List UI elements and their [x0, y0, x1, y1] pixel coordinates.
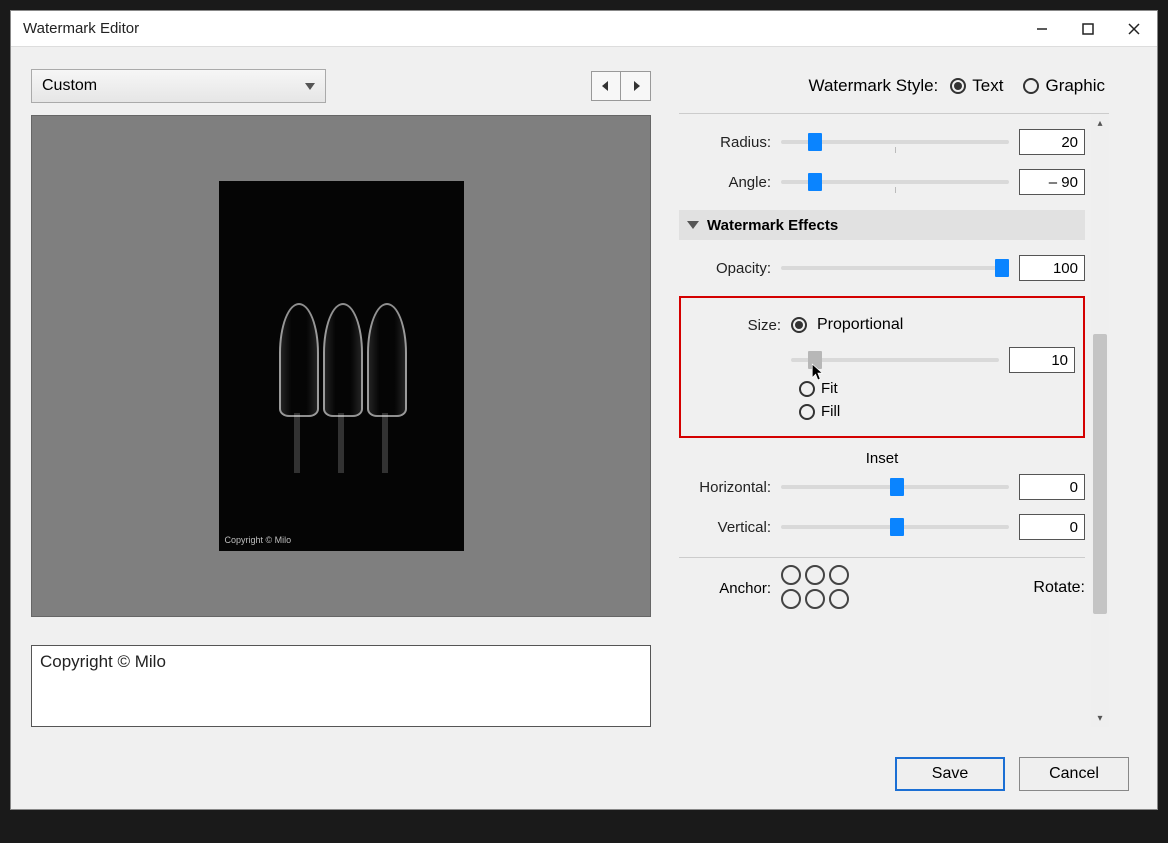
titlebar: Watermark Editor — [11, 11, 1157, 47]
size-proportional-row: Size: Proportional — [689, 310, 1075, 340]
window-controls — [1019, 11, 1157, 47]
maximize-button[interactable] — [1065, 11, 1111, 47]
prev-image-button[interactable] — [591, 71, 621, 101]
watermark-on-preview: Copyright © Milo — [225, 535, 292, 545]
anchor-tr[interactable] — [829, 565, 849, 585]
radius-label: Radius: — [679, 134, 771, 151]
anchor-mc[interactable] — [805, 589, 825, 609]
settings-scrollbar[interactable]: ▴ ▾ — [1091, 114, 1109, 727]
size-proportional-label: Proportional — [817, 316, 903, 334]
angle-input[interactable] — [1019, 169, 1085, 195]
inset-h-slider[interactable] — [781, 476, 1009, 498]
divider — [679, 557, 1085, 558]
anchor-row: Anchor: Rotate: — [679, 568, 1085, 608]
watermark-style-label: Watermark Style: — [809, 76, 939, 96]
inset-h-row: Horizontal: — [679, 467, 1085, 507]
anchor-tl[interactable] — [781, 565, 801, 585]
next-image-button[interactable] — [621, 71, 651, 101]
angle-slider[interactable] — [781, 171, 1009, 193]
size-label: Size: — [689, 317, 781, 334]
style-text-radio[interactable] — [950, 78, 966, 94]
scroll-down-icon[interactable]: ▾ — [1091, 709, 1109, 727]
size-options: Fit Fill — [799, 380, 1075, 420]
inset-v-row: Vertical: — [679, 507, 1085, 547]
left-column: Custom Copyright © Milo — [31, 67, 651, 727]
anchor-ml[interactable] — [781, 589, 801, 609]
right-column: Watermark Style: Text Graphic Radius: — [679, 67, 1109, 727]
minimize-button[interactable] — [1019, 11, 1065, 47]
inset-v-input[interactable] — [1019, 514, 1085, 540]
style-text-label: Text — [972, 76, 1003, 96]
angle-row: Angle: — [679, 162, 1085, 202]
style-graphic-radio[interactable] — [1023, 78, 1039, 94]
content-area: Custom Copyright © Milo — [11, 47, 1157, 737]
watermark-text-input[interactable]: Copyright © Milo — [31, 645, 651, 727]
watermark-editor-window: Watermark Editor Custom — [10, 10, 1158, 810]
save-button[interactable]: Save — [895, 757, 1005, 791]
opacity-row: Opacity: — [679, 248, 1085, 288]
preset-selected-label: Custom — [42, 77, 97, 95]
anchor-label: Anchor: — [679, 580, 771, 597]
size-highlight-box: Size: Proportional — [679, 296, 1085, 438]
preset-select[interactable]: Custom — [31, 69, 326, 103]
size-proportional-radio[interactable] — [791, 317, 807, 333]
radius-row: Radius: — [679, 122, 1085, 162]
close-button[interactable] — [1111, 11, 1157, 47]
photo-subject — [275, 303, 407, 473]
anchor-grid[interactable] — [781, 565, 851, 611]
preview-image: Copyright © Milo — [219, 181, 464, 551]
effects-header[interactable]: Watermark Effects — [679, 210, 1085, 240]
size-input[interactable] — [1009, 347, 1075, 373]
chevron-down-icon — [305, 83, 315, 90]
size-fill-option[interactable]: Fill — [799, 403, 1075, 420]
size-slider[interactable] — [791, 349, 999, 371]
size-fit-label: Fit — [821, 380, 838, 397]
window-title: Watermark Editor — [23, 20, 139, 37]
opacity-input[interactable] — [1019, 255, 1085, 281]
preset-row: Custom — [31, 67, 651, 105]
collapse-triangle-icon — [687, 221, 699, 229]
radius-input[interactable] — [1019, 129, 1085, 155]
opacity-slider[interactable] — [781, 257, 1009, 279]
watermark-style-row: Watermark Style: Text Graphic — [679, 67, 1109, 105]
effects-header-label: Watermark Effects — [707, 217, 838, 234]
cancel-button[interactable]: Cancel — [1019, 757, 1129, 791]
inset-label: Inset — [679, 450, 1085, 467]
scroll-thumb[interactable] — [1093, 334, 1107, 614]
radius-slider[interactable] — [781, 131, 1009, 153]
scroll-up-icon[interactable]: ▴ — [1091, 114, 1109, 132]
anchor-tc[interactable] — [805, 565, 825, 585]
size-fill-label: Fill — [821, 403, 840, 420]
style-graphic-label: Graphic — [1045, 76, 1105, 96]
inset-h-input[interactable] — [1019, 474, 1085, 500]
opacity-label: Opacity: — [679, 260, 771, 277]
preview-canvas: Copyright © Milo — [31, 115, 651, 617]
settings-panel: Radius: Angle: — [679, 113, 1109, 727]
size-fill-radio[interactable] — [799, 404, 815, 420]
dialog-buttons: Save Cancel — [895, 757, 1129, 791]
angle-label: Angle: — [679, 174, 771, 191]
inset-v-label: Vertical: — [679, 519, 771, 536]
anchor-mr[interactable] — [829, 589, 849, 609]
inset-v-slider[interactable] — [781, 516, 1009, 538]
size-slider-row — [689, 340, 1075, 380]
size-fit-radio[interactable] — [799, 381, 815, 397]
settings-inner: Radius: Angle: — [679, 114, 1089, 727]
preview-nav — [591, 71, 651, 101]
size-fit-option[interactable]: Fit — [799, 380, 1075, 397]
inset-h-label: Horizontal: — [679, 479, 771, 496]
rotate-label: Rotate: — [1033, 579, 1085, 597]
